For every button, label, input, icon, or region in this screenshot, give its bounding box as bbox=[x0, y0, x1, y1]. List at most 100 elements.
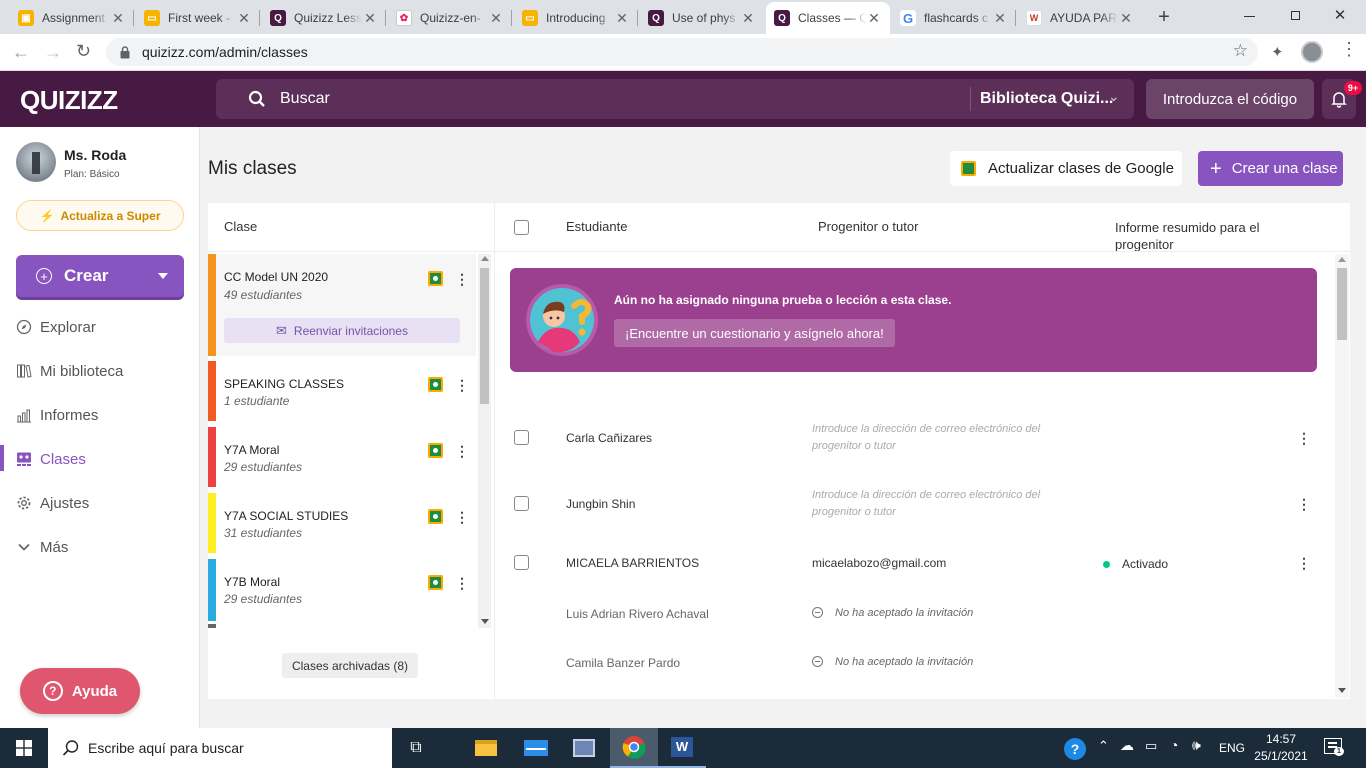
enter-code-button[interactable]: Introduzca el código bbox=[1146, 79, 1314, 119]
extensions-icon[interactable]: ✦ bbox=[1271, 43, 1284, 61]
upgrade-button[interactable]: ⚡ Actualiza a Super bbox=[16, 200, 184, 231]
close-icon[interactable]: ✕ bbox=[740, 10, 756, 27]
clock-time[interactable]: 14:57 bbox=[1256, 732, 1306, 746]
address-bar[interactable]: quizizz.com/admin/classes ☆ bbox=[106, 38, 1258, 66]
taskbar-search-box[interactable]: Escribe aquí para buscar bbox=[48, 728, 392, 768]
word-icon[interactable]: W bbox=[658, 728, 706, 768]
chevron-up-icon[interactable]: ⌃ bbox=[1098, 738, 1109, 754]
nav-clases[interactable]: Clases bbox=[16, 447, 86, 471]
forward-icon[interactable]: → bbox=[44, 42, 62, 63]
create-button[interactable]: + Crear bbox=[16, 255, 184, 297]
find-quiz-button[interactable]: ¡Encuentre un cuestionario y asígnelo ah… bbox=[614, 319, 895, 347]
browser-tab[interactable]: ✿ Quizizz-en- ✕ bbox=[388, 2, 512, 34]
nav-mas[interactable]: Más bbox=[16, 535, 68, 559]
help-button[interactable]: ? Ayuda bbox=[20, 668, 140, 714]
file-explorer-icon[interactable] bbox=[462, 728, 510, 768]
nav-ajustes[interactable]: Ajustes bbox=[16, 491, 89, 515]
class-menu-icon[interactable]: ⋮ bbox=[455, 576, 469, 590]
avatar[interactable] bbox=[16, 142, 56, 182]
class-card-selected[interactable]: CC Model UN 2020 49 estudiantes ⋮ ✉ Reen… bbox=[208, 254, 476, 356]
plus-circle-icon: + bbox=[36, 268, 52, 284]
close-icon[interactable]: ✕ bbox=[1118, 10, 1134, 27]
parent-email-input[interactable]: Introduce la dirección de correo electró… bbox=[812, 421, 1074, 455]
class-card[interactable]: SPEAKING CLASSES 1 estudiante ⋮ bbox=[208, 361, 476, 421]
browser-tab[interactable]: ▭ First week - ✕ bbox=[136, 2, 260, 34]
notifications-button[interactable]: 9+ bbox=[1322, 79, 1362, 119]
close-icon[interactable]: ✕ bbox=[362, 10, 378, 27]
class-menu-icon[interactable]: ⋮ bbox=[455, 378, 469, 392]
table-row: Jungbin Shin Introduce la dirección de c… bbox=[494, 481, 1335, 527]
taskbar-search-placeholder: Escribe aquí para buscar bbox=[88, 740, 244, 756]
row-checkbox[interactable] bbox=[514, 555, 529, 570]
browser-toolbar: ← → ↻ quizizz.com/admin/classes ☆ ✦ ⋮ bbox=[0, 34, 1366, 71]
wifi-icon[interactable]: ◔ bbox=[1170, 737, 1178, 753]
restore-button[interactable] bbox=[1286, 8, 1306, 24]
class-menu-icon[interactable]: ⋮ bbox=[455, 444, 469, 458]
chrome-taskbar-icon[interactable] bbox=[610, 728, 658, 768]
nav-informes[interactable]: Informes bbox=[16, 403, 98, 427]
new-tab-button[interactable]: + bbox=[1152, 5, 1176, 29]
volume-icon[interactable]: 🕪 bbox=[1192, 737, 1201, 754]
row-checkbox[interactable] bbox=[514, 496, 529, 511]
class-card[interactable]: Y7B Moral 29 estudiantes ⋮ bbox=[208, 559, 476, 621]
nav-mi-biblioteca[interactable]: Mi biblioteca bbox=[16, 359, 123, 383]
close-icon[interactable]: ✕ bbox=[236, 10, 252, 27]
star-icon[interactable]: ☆ bbox=[1233, 41, 1248, 61]
student-menu-icon[interactable]: ⋮ bbox=[1297, 556, 1311, 570]
close-icon[interactable]: ✕ bbox=[488, 10, 504, 27]
reload-icon[interactable]: ↻ bbox=[76, 41, 91, 62]
browser-tab-active[interactable]: Q Classes — Q ✕ bbox=[766, 2, 890, 34]
profile-avatar[interactable] bbox=[1301, 41, 1323, 63]
minimize-button[interactable] bbox=[1240, 8, 1260, 24]
invitation-status: No ha aceptado la invitación bbox=[835, 607, 974, 619]
mail-icon[interactable] bbox=[512, 728, 560, 768]
student-menu-icon[interactable]: ⋮ bbox=[1297, 431, 1311, 445]
battery-icon[interactable]: ▭ bbox=[1145, 738, 1157, 754]
student-list-scrollbar[interactable] bbox=[1335, 254, 1349, 698]
class-menu-icon[interactable]: ⋮ bbox=[455, 272, 469, 286]
windows-start-icon[interactable] bbox=[0, 728, 48, 768]
notification-center-icon[interactable]: 1 bbox=[1324, 738, 1344, 756]
class-menu-icon[interactable]: ⋮ bbox=[455, 510, 469, 524]
browser-tab[interactable]: ▭ Introducing ✕ bbox=[514, 2, 638, 34]
parent-email: micaelabozo@gmail.com bbox=[812, 556, 947, 570]
google-classroom-icon bbox=[961, 161, 976, 176]
archived-classes-button[interactable]: Clases archivadas (8) bbox=[282, 653, 418, 678]
row-checkbox[interactable] bbox=[514, 430, 529, 445]
search-bar[interactable]: Buscar Biblioteca Quizi... ⌄ bbox=[216, 79, 1134, 119]
library-select[interactable]: Biblioteca Quizi... bbox=[980, 90, 1113, 108]
close-icon[interactable]: ✕ bbox=[866, 10, 882, 27]
resend-invitations-button[interactable]: ✉ Reenviar invitaciones bbox=[224, 318, 460, 343]
close-icon[interactable]: ✕ bbox=[992, 10, 1008, 27]
browser-tab[interactable]: G flashcards c ✕ bbox=[892, 2, 1016, 34]
browser-tab[interactable]: W AYUDA PAR ✕ bbox=[1018, 2, 1142, 34]
quizizz-logo[interactable]: QUIZIZZ bbox=[20, 85, 118, 116]
back-icon[interactable]: ← bbox=[12, 42, 30, 63]
select-all-checkbox[interactable] bbox=[514, 220, 529, 235]
class-card[interactable]: Y7A SOCIAL STUDIES 31 estudiantes ⋮ bbox=[208, 493, 476, 553]
gear-icon bbox=[17, 496, 31, 510]
language-indicator[interactable]: ENG bbox=[1219, 741, 1245, 755]
google-classroom-sync-button[interactable]: Actualizar clases de Google bbox=[950, 151, 1182, 186]
browser-tab[interactable]: Q Quizizz Less ✕ bbox=[262, 2, 386, 34]
nav-explorar[interactable]: Explorar bbox=[16, 315, 96, 339]
class-list-scrollbar[interactable] bbox=[478, 254, 491, 628]
student-menu-icon[interactable]: ⋮ bbox=[1297, 497, 1311, 511]
task-view-icon[interactable]: ⧉ bbox=[392, 728, 440, 768]
search-icon bbox=[62, 740, 79, 756]
browser-menu-icon[interactable]: ⋮ bbox=[1340, 40, 1358, 58]
close-window-button[interactable]: ✕ bbox=[1330, 6, 1350, 26]
close-icon[interactable]: ✕ bbox=[614, 10, 630, 27]
class-card[interactable]: Y7A Moral 29 estudiantes ⋮ bbox=[208, 427, 476, 487]
parent-email-input[interactable]: Introduce la dirección de correo electró… bbox=[812, 487, 1074, 521]
browser-tab[interactable]: ▣ Assignment ✕ bbox=[10, 2, 134, 34]
network-app-icon[interactable] bbox=[560, 728, 608, 768]
onedrive-icon[interactable]: ☁ bbox=[1120, 737, 1134, 754]
classes-icon bbox=[17, 452, 31, 466]
browser-tab[interactable]: Q Use of phys ✕ bbox=[640, 2, 764, 34]
create-class-button[interactable]: + Crear una clase bbox=[1198, 151, 1343, 186]
tab-title: Use of phys bbox=[672, 11, 736, 25]
help-tray-icon[interactable]: ? bbox=[1064, 738, 1086, 760]
close-icon[interactable]: ✕ bbox=[110, 10, 126, 27]
clock-date[interactable]: 25/1/2021 bbox=[1252, 749, 1310, 763]
